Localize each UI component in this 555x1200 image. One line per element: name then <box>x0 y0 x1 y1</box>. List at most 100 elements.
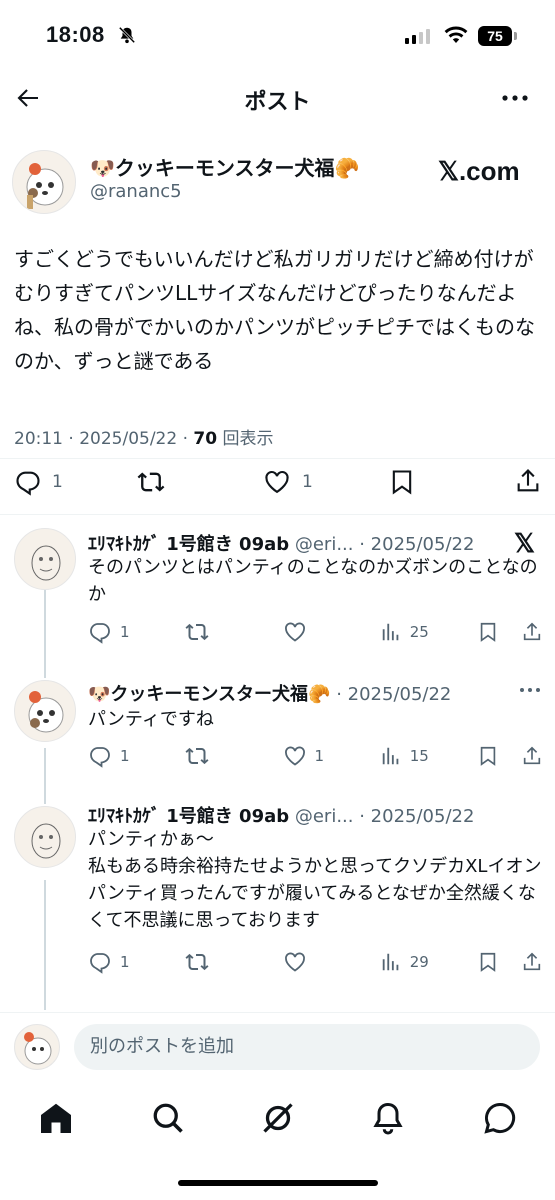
like-count: 1 <box>302 472 313 492</box>
reply-author-handle: @eri... <box>289 806 354 827</box>
thread-line <box>44 748 46 804</box>
views-button[interactable]: 15 <box>380 744 430 768</box>
reply-author-handle: @eri... <box>289 534 354 555</box>
reply-count: 1 <box>120 747 130 765</box>
heart-icon <box>284 622 305 642</box>
bookmark-icon[interactable] <box>477 620 499 644</box>
avatar <box>14 1024 60 1070</box>
status-time: 18:08 <box>46 22 105 47</box>
like-button[interactable]: 1 <box>262 468 313 496</box>
views-count: 29 <box>409 953 429 971</box>
reply-count: 1 <box>120 953 130 971</box>
reply-author-name: ｴﾘﾏｷﾄｶｹﾞ 1号館き 09ab <box>88 806 290 827</box>
page-title: ポスト <box>244 90 311 115</box>
reply-author[interactable]: ｴﾘﾏｷﾄｶｹﾞ 1号館き 09ab @eri... · 2025/05/22 <box>88 802 474 828</box>
like-button[interactable] <box>283 620 333 644</box>
reply-author-name: 🐶クッキーモンスター犬福🥐 <box>88 684 331 705</box>
reply-icon <box>90 747 110 768</box>
bell-mute-icon <box>118 26 136 44</box>
post-views-count: 70 <box>193 429 218 449</box>
tab-bar <box>0 1090 555 1150</box>
home-indicator <box>178 1180 378 1186</box>
post-views-label: 回表示 <box>217 429 274 449</box>
reply-icon <box>16 471 40 496</box>
search-icon[interactable] <box>150 1100 186 1136</box>
reply-count: 1 <box>52 472 63 492</box>
reply-text: パンティですね <box>88 709 214 730</box>
bookmark-icon[interactable] <box>388 468 416 496</box>
home-icon[interactable] <box>38 1100 74 1136</box>
reply-button[interactable]: 1 <box>88 620 138 644</box>
views-button[interactable]: 25 <box>380 620 430 644</box>
battery-indicator: 75 <box>478 26 512 46</box>
compose-input[interactable]: 別のポストを追加 <box>74 1024 540 1070</box>
reply-text: そのパンツとはパンティのことなのかズボンのことなのか <box>88 557 538 605</box>
heart-icon <box>284 952 305 972</box>
reply-count: 1 <box>120 623 130 641</box>
reply-icon <box>90 623 110 644</box>
repost-icon <box>185 623 209 641</box>
reply-actions: 1 1 15 <box>88 744 543 768</box>
like-button[interactable] <box>283 950 333 974</box>
reply-author[interactable]: 🐶クッキーモンスター犬福🥐 · 2025/05/22 <box>88 680 451 706</box>
share-icon[interactable] <box>521 744 543 768</box>
repost-icon <box>185 953 209 971</box>
thread-line <box>44 590 46 678</box>
bookmark-icon[interactable] <box>477 744 499 768</box>
reply-actions: 1 25 <box>88 620 543 644</box>
heart-icon <box>284 746 305 766</box>
status-bar: 18:08 75 <box>0 0 555 70</box>
post-time: 20:11 · 2025/05/22 · <box>14 429 194 449</box>
reply-button[interactable]: 1 <box>88 950 138 974</box>
avatar[interactable] <box>14 528 76 590</box>
reply-button[interactable]: 1 <box>88 744 138 768</box>
divider <box>0 514 555 515</box>
reply-icon <box>90 953 110 974</box>
like-button[interactable]: 1 <box>283 744 333 768</box>
repost-button[interactable] <box>185 620 235 644</box>
bar-chart-icon <box>382 747 399 765</box>
reply-actions: 1 29 <box>88 950 543 974</box>
share-icon[interactable] <box>514 466 542 496</box>
post-meta: 20:11 · 2025/05/22 · 70 回表示 <box>14 424 273 449</box>
views-count: 15 <box>409 747 429 765</box>
x-logo-badge: 𝕏.com <box>438 156 520 186</box>
bar-chart-icon <box>382 953 399 971</box>
message-icon[interactable] <box>482 1100 518 1136</box>
bookmark-icon[interactable] <box>477 950 499 974</box>
bell-icon[interactable] <box>370 1100 406 1136</box>
repost-button[interactable] <box>185 950 235 974</box>
thread-line <box>44 880 46 1010</box>
views-count: 25 <box>409 623 429 641</box>
avatar[interactable] <box>12 150 76 214</box>
reply-date: · 2025/05/22 <box>353 806 475 827</box>
reply-date: · 2025/05/22 <box>353 534 475 555</box>
repost-icon <box>137 472 165 492</box>
more-horizontal-icon[interactable] <box>516 680 544 700</box>
repost-icon <box>185 747 209 765</box>
avatar[interactable] <box>14 680 76 742</box>
avatar[interactable] <box>14 806 76 868</box>
repost-button[interactable] <box>185 744 235 768</box>
share-icon[interactable] <box>521 620 543 644</box>
grok-icon[interactable] <box>260 1100 296 1136</box>
divider <box>0 458 555 459</box>
signal-icon <box>405 29 430 44</box>
reply-text: パンティかぁ〜 私もある時余裕持たせようかと思ってクソデカXLイオンパンティ買っ… <box>88 829 542 931</box>
user-handle[interactable]: @rananc5 <box>90 181 182 202</box>
divider <box>0 1012 555 1013</box>
bar-chart-icon <box>382 623 399 641</box>
display-name[interactable]: 🐶クッキーモンスター犬福🥐 <box>90 152 359 181</box>
repost-button[interactable] <box>136 468 166 496</box>
reply-author-name: ｴﾘﾏｷﾄｶｹﾞ 1号館き 09ab <box>88 534 290 555</box>
reply-author[interactable]: ｴﾘﾏｷﾄｶｹﾞ 1号館き 09ab @eri... · 2025/05/22 <box>88 530 474 556</box>
reply-button[interactable]: 1 <box>14 468 63 496</box>
share-icon[interactable] <box>521 950 543 974</box>
reply-date: · 2025/05/22 <box>330 684 452 705</box>
heart-icon <box>265 470 289 494</box>
views-button[interactable]: 29 <box>380 950 430 974</box>
like-count: 1 <box>314 747 325 765</box>
wifi-icon <box>444 26 468 43</box>
more-horizontal-icon[interactable] <box>498 84 532 112</box>
battery-tip <box>514 32 517 40</box>
